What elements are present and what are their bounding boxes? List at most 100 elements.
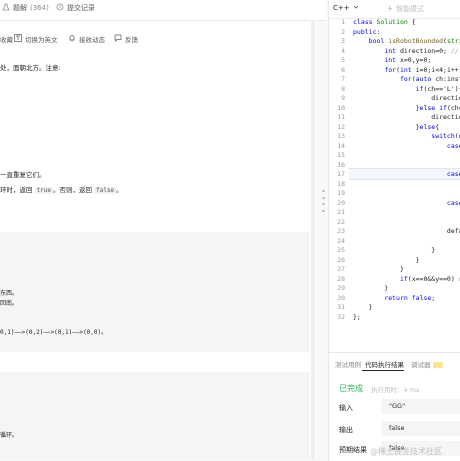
problem-text-line2: 一直重复它们。 bbox=[0, 171, 46, 179]
code-line[interactable]: direction=( bbox=[353, 113, 460, 123]
subscribe-button[interactable]: 接收动态 bbox=[68, 34, 105, 44]
line-number: 30 bbox=[337, 293, 345, 302]
line-number: 24 bbox=[337, 236, 345, 245]
code-line[interactable]: class Solution { bbox=[353, 18, 460, 28]
beta-badge-icon bbox=[432, 362, 443, 368]
line-number: 9 bbox=[341, 94, 345, 102]
line-number: 28 bbox=[337, 274, 345, 283]
switch-english-button[interactable]: 切换为英文 bbox=[14, 34, 58, 44]
problem-text-line3-a: 环时，返回 bbox=[0, 186, 35, 194]
code-line[interactable]: } bbox=[353, 303, 460, 313]
problem-actions: 收藏 切换为英文 接收动态 反馈 bbox=[0, 34, 326, 52]
code-line[interactable]: case 2: bbox=[353, 199, 460, 209]
line-number-gutter: 1 2 3 4 5 6 7 8 9 10 11 12 13 14 15 16 17 18 19 20 21 22 23 24 2… bbox=[329, 18, 349, 322]
line-number: 8 bbox=[341, 84, 345, 93]
line-number: 7 bbox=[341, 75, 345, 83]
bell-icon bbox=[68, 34, 76, 44]
example-1-line1: 东西。 bbox=[0, 290, 19, 297]
tab-testcase[interactable]: 测试用例 bbox=[335, 359, 361, 369]
line-number: 6 bbox=[341, 65, 345, 74]
clock-icon bbox=[56, 3, 64, 13]
line-number: 3 bbox=[341, 37, 345, 45]
smart-mode-toggle[interactable]: 智能模式 bbox=[387, 4, 424, 14]
code-line[interactable]: int x=0,y=0; bbox=[353, 56, 460, 66]
translate-icon bbox=[14, 34, 22, 44]
input-label: 输入 bbox=[339, 404, 353, 412]
line-number: 16 bbox=[337, 160, 345, 169]
example-2-line1: 循环。 bbox=[0, 432, 19, 439]
code-line[interactable]: public: bbox=[353, 28, 460, 38]
code-line[interactable]: for(int i=0;i<4;i++){ bbox=[353, 66, 460, 76]
code-line[interactable]: y++ bbox=[353, 180, 460, 190]
example-1-line2: 回南。 bbox=[0, 300, 19, 307]
console-panel: 测试用例 代码执行结果 调试器 已完成 执行用时：4 ms 输入 "GG" 输出… bbox=[328, 352, 460, 461]
code-line[interactable]: if(ch=='L'){ bbox=[353, 85, 460, 95]
line-number: 23 bbox=[337, 227, 345, 235]
collect-button[interactable]: 收藏 bbox=[0, 34, 13, 44]
line-number: 31 bbox=[337, 303, 345, 311]
line-number: 18 bbox=[337, 179, 345, 188]
flask-icon bbox=[2, 3, 10, 13]
code-line[interactable]: case 1: bbox=[353, 170, 460, 180]
language-label: C++ bbox=[333, 4, 350, 12]
output-value: false bbox=[381, 421, 460, 436]
tab-submissions-label: 提交记录 bbox=[67, 4, 95, 12]
code-line[interactable]: bool isRobotBounded(string bbox=[353, 37, 460, 47]
feedback-icon bbox=[114, 34, 122, 44]
problem-text-line3: 环时，返回 true 。否则，返回 false。 bbox=[0, 184, 123, 194]
code-editor[interactable]: C++ 智能模式 1 2 3 4 5 6 7 8 9 10 11 12 13 14 15 16 17 18 19 20… bbox=[328, 0, 460, 352]
collect-label: 收藏 bbox=[0, 36, 13, 44]
line-number: 5 bbox=[341, 56, 345, 64]
problem-scrollbar[interactable] bbox=[310, 20, 316, 460]
code-line[interactable]: } bbox=[353, 246, 460, 256]
lightning-icon bbox=[387, 4, 393, 14]
code-line[interactable]: switch(dire bbox=[353, 132, 460, 142]
line-number: 21 bbox=[337, 208, 345, 216]
expected-label: 预期结果 bbox=[339, 446, 367, 454]
code-line[interactable]: bre bbox=[353, 161, 460, 171]
code-line[interactable]: }; bbox=[353, 313, 460, 323]
line-number: 29 bbox=[337, 284, 345, 292]
code-line[interactable]: for(auto ch:instruc bbox=[353, 75, 460, 85]
code-line[interactable]: } bbox=[353, 256, 460, 266]
line-number: 4 bbox=[341, 46, 345, 55]
line-number: 1 bbox=[341, 18, 345, 26]
code-line[interactable]: bre bbox=[353, 189, 460, 199]
code-line[interactable]: int direction=0; // 0北 bbox=[353, 47, 460, 57]
pane-splitter[interactable] bbox=[322, 190, 325, 212]
code-line[interactable]: bre bbox=[353, 218, 460, 228]
code-line[interactable]: return false; bbox=[353, 294, 460, 304]
code-line[interactable]: x++ bbox=[353, 151, 460, 161]
example-1-path: 0,1)——>(0,2)——>(0,1)——>(0,0)。 bbox=[0, 329, 108, 336]
code-line[interactable]: } bbox=[353, 265, 460, 275]
code-area[interactable]: class Solution {public: bool isRobotBoun… bbox=[353, 18, 460, 322]
line-number: 2 bbox=[341, 27, 345, 36]
code-line[interactable]: case 0: bbox=[353, 142, 460, 152]
output-label: 输出 bbox=[339, 426, 353, 434]
code-line[interactable]: if(x==0&&y==0) retu bbox=[353, 275, 460, 285]
code-line[interactable]: x-- bbox=[353, 208, 460, 218]
code-line[interactable]: }else if(ch=='R bbox=[353, 104, 460, 114]
tab-solutions[interactable]: 题解 (364) bbox=[2, 3, 49, 13]
feedback-button[interactable]: 反馈 bbox=[114, 34, 138, 44]
line-number: 19 bbox=[337, 189, 345, 197]
code-line[interactable]: defaul bbox=[353, 227, 460, 237]
tab-result[interactable]: 代码执行结果 bbox=[365, 359, 404, 369]
tab-solutions-label: 题解 bbox=[13, 4, 27, 12]
tab-submissions[interactable]: 提交记录 bbox=[56, 3, 95, 13]
code-line[interactable]: y-- bbox=[353, 237, 460, 247]
code-line[interactable]: }else{ bbox=[353, 123, 460, 133]
runtime-label: 执行用时：4 ms bbox=[371, 386, 420, 394]
code-line[interactable]: direction=( bbox=[353, 94, 460, 104]
tab-debugger-label: 调试器 bbox=[411, 361, 431, 369]
tab-debugger[interactable]: 调试器 bbox=[411, 359, 443, 369]
code-line[interactable]: } bbox=[353, 284, 460, 294]
watermark: @稀土掘金技术社区 bbox=[370, 447, 442, 456]
language-select[interactable]: C++ bbox=[333, 4, 359, 12]
line-number: 20 bbox=[337, 198, 345, 207]
line-number: 15 bbox=[337, 151, 345, 159]
line-number: 27 bbox=[337, 265, 345, 273]
line-number: 10 bbox=[337, 103, 345, 112]
chevron-down-icon bbox=[353, 4, 359, 12]
problem-scroll-thumb[interactable] bbox=[311, 20, 315, 460]
